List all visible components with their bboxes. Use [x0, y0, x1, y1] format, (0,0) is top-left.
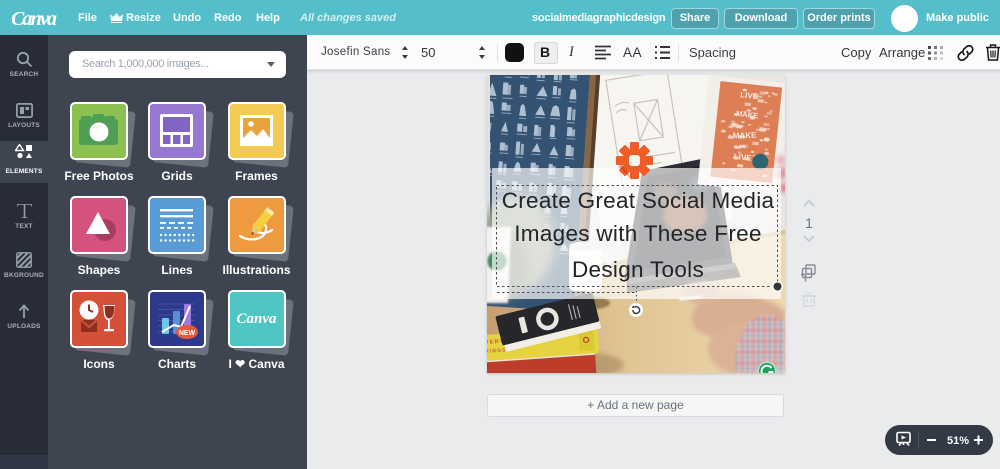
- svg-text:51%: 51%: [947, 435, 969, 447]
- svg-text:1: 1: [805, 215, 813, 231]
- svg-text:Canva: Canva: [236, 311, 277, 327]
- svg-text:LIVE: LIVE: [740, 90, 759, 101]
- svg-text:LIVE: LIVE: [733, 152, 752, 163]
- svg-text:Canva: Canva: [12, 8, 57, 30]
- svg-text:NEW: NEW: [179, 330, 196, 337]
- svg-text:MAKE: MAKE: [733, 131, 758, 141]
